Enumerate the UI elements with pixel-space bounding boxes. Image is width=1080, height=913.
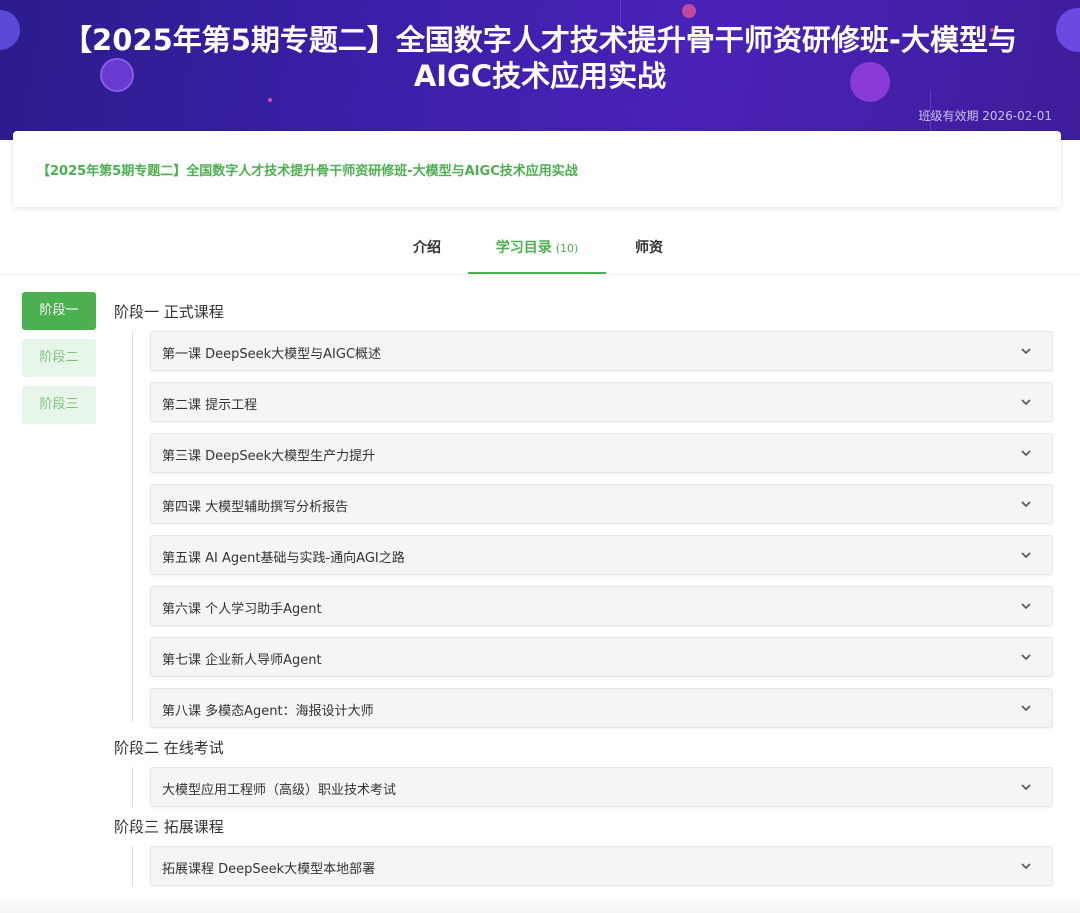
stage-button-3[interactable]: 阶段三 bbox=[22, 386, 96, 424]
chevron-down-icon[interactable] bbox=[1020, 781, 1032, 793]
chevron-down-icon[interactable] bbox=[1020, 651, 1032, 663]
section-divider bbox=[132, 331, 133, 722]
banner-title: 【2025年第5期专题二】全国数字人才技术提升骨干师资研修班-大模型与AIGC技… bbox=[63, 23, 1017, 93]
section-divider bbox=[132, 767, 133, 807]
tab-teachers[interactable]: 师资 bbox=[620, 228, 678, 274]
lesson-title: 第八课 多模态Agent：海报设计大师 bbox=[162, 704, 374, 719]
lesson-title: 拓展课程 DeepSeek大模型本地部署 bbox=[162, 862, 376, 877]
section-divider bbox=[132, 846, 133, 886]
lesson-title: 第二课 提示工程 bbox=[162, 398, 258, 413]
lesson-item[interactable]: 大模型应用工程师（高级）职业技术考试 bbox=[150, 767, 1053, 807]
tab-bar: 介绍 学习目录 (10) 师资 bbox=[0, 228, 1080, 274]
lesson-title: 第五课 AI Agent基础与实践-通向AGI之路 bbox=[162, 551, 405, 566]
lesson-title: 第七课 企业新人导师Agent bbox=[162, 653, 322, 668]
chevron-down-icon[interactable] bbox=[1020, 600, 1032, 612]
tab-label: 介绍 bbox=[413, 240, 441, 256]
lesson-item[interactable]: 第六课 个人学习助手Agent bbox=[150, 586, 1053, 626]
lesson-item[interactable]: 拓展课程 DeepSeek大模型本地部署 bbox=[150, 846, 1053, 886]
section-title: 阶段一 正式课程 bbox=[114, 303, 224, 321]
chevron-down-icon[interactable] bbox=[1020, 498, 1032, 510]
lesson-title: 第六课 个人学习助手Agent bbox=[162, 602, 322, 617]
lesson-item[interactable]: 第三课 DeepSeek大模型生产力提升 bbox=[150, 433, 1053, 473]
chevron-down-icon[interactable] bbox=[1020, 549, 1032, 561]
course-title-card: 【2025年第5期专题二】全国数字人才技术提升骨干师资研修班-大模型与AIGC技… bbox=[13, 131, 1061, 207]
lesson-item[interactable]: 第七课 企业新人导师Agent bbox=[150, 637, 1053, 677]
stage-button-2[interactable]: 阶段二 bbox=[22, 339, 96, 377]
chevron-down-icon[interactable] bbox=[1020, 345, 1032, 357]
section-title: 阶段三 拓展课程 bbox=[114, 818, 224, 836]
chevron-down-icon[interactable] bbox=[1020, 447, 1032, 459]
course-title: 【2025年第5期专题二】全国数字人才技术提升骨干师资研修班-大模型与AIGC技… bbox=[37, 163, 578, 179]
tab-divider bbox=[0, 274, 1080, 275]
lesson-item[interactable]: 第二课 提示工程 bbox=[150, 382, 1053, 422]
course-banner: 【2025年第5期专题二】全国数字人才技术提升骨干师资研修班-大模型与AIGC技… bbox=[0, 0, 1080, 140]
lesson-item[interactable]: 第四课 大模型辅助撰写分析报告 bbox=[150, 484, 1053, 524]
lesson-title: 大模型应用工程师（高级）职业技术考试 bbox=[162, 783, 397, 798]
section-title: 阶段二 在线考试 bbox=[114, 739, 224, 757]
banner-decoration bbox=[1056, 8, 1080, 52]
lesson-title: 第三课 DeepSeek大模型生产力提升 bbox=[162, 449, 376, 464]
tab-catalog[interactable]: 学习目录 (10) bbox=[468, 228, 606, 274]
chevron-down-icon[interactable] bbox=[1020, 860, 1032, 872]
tab-intro[interactable]: 介绍 bbox=[398, 228, 456, 274]
tab-label: 学习目录 bbox=[495, 240, 552, 256]
banner-decoration bbox=[682, 4, 696, 18]
tab-count: (10) bbox=[555, 242, 579, 255]
banner-decoration bbox=[268, 98, 272, 102]
lesson-title: 第一课 DeepSeek大模型与AIGC概述 bbox=[162, 347, 382, 362]
page-bottom bbox=[0, 895, 1080, 913]
tab-label: 师资 bbox=[635, 240, 663, 256]
validity-date: 班级有效期 2026-02-01 bbox=[918, 109, 1052, 123]
lesson-item[interactable]: 第八课 多模态Agent：海报设计大师 bbox=[150, 688, 1053, 728]
lesson-item[interactable]: 第一课 DeepSeek大模型与AIGC概述 bbox=[150, 331, 1053, 371]
chevron-down-icon[interactable] bbox=[1020, 702, 1032, 714]
stage-button-1[interactable]: 阶段一 bbox=[22, 292, 96, 330]
chevron-down-icon[interactable] bbox=[1020, 396, 1032, 408]
banner-decoration bbox=[0, 10, 20, 50]
lesson-item[interactable]: 第五课 AI Agent基础与实践-通向AGI之路 bbox=[150, 535, 1053, 575]
lesson-title: 第四课 大模型辅助撰写分析报告 bbox=[162, 500, 349, 515]
